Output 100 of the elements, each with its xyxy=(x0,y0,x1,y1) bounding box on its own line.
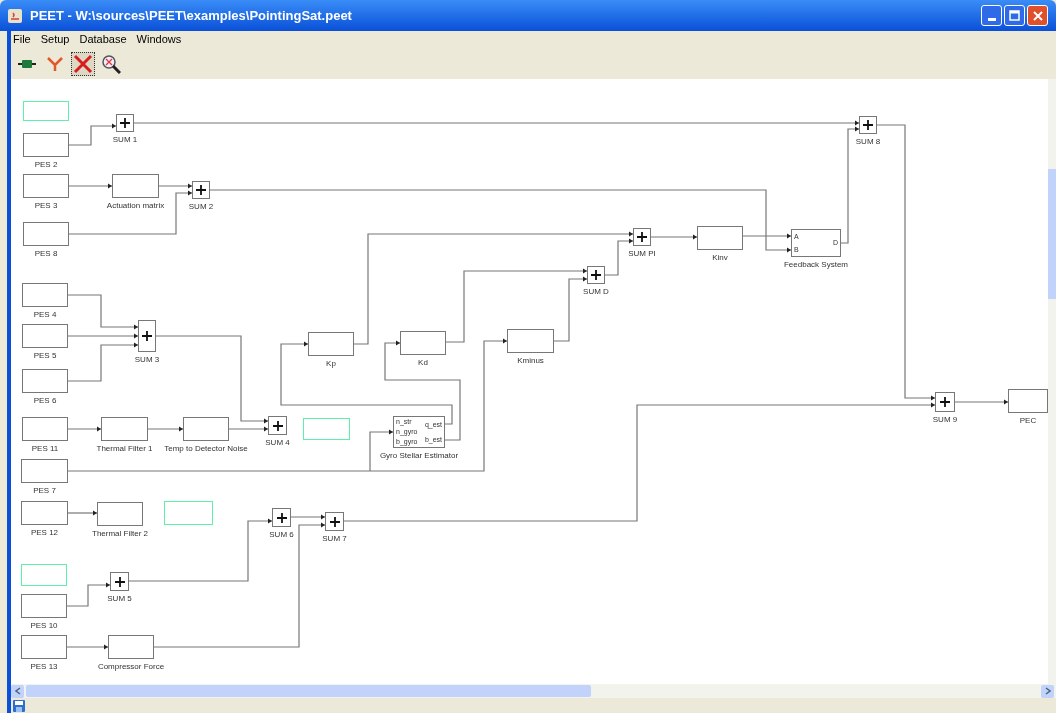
block-box[interactable] xyxy=(400,331,446,355)
connector-arrow xyxy=(67,510,98,516)
sum-block[interactable] xyxy=(859,116,877,134)
block-label: SUM 8 xyxy=(855,137,881,146)
block-box[interactable] xyxy=(21,459,68,483)
block-box[interactable] xyxy=(112,174,159,198)
block-label: SUM D xyxy=(583,287,609,296)
plus-icon xyxy=(863,120,873,130)
minimize-icon xyxy=(987,18,996,21)
sum-block[interactable] xyxy=(633,228,651,246)
maximize-icon xyxy=(1009,10,1020,21)
plus-icon xyxy=(637,232,647,242)
block-label: SUM 5 xyxy=(107,594,132,603)
block-box[interactable] xyxy=(22,417,68,441)
menu-item[interactable]: File xyxy=(13,31,31,48)
block-label: PES 3 xyxy=(34,201,58,210)
sum-block[interactable] xyxy=(138,320,156,352)
sum-block[interactable] xyxy=(192,181,210,199)
block-label: Thermal Filter 2 xyxy=(92,529,148,538)
plus-icon xyxy=(114,576,125,587)
connector-arrow xyxy=(66,644,109,650)
block-box[interactable] xyxy=(23,174,69,198)
block-label: SUM 4 xyxy=(265,438,290,447)
block-box[interactable] xyxy=(308,332,354,356)
block-box[interactable] xyxy=(22,369,68,393)
plus-icon xyxy=(329,516,340,527)
block-box[interactable] xyxy=(183,417,229,441)
plug-icon xyxy=(18,58,36,69)
plus-icon xyxy=(196,185,206,195)
block-box[interactable] xyxy=(697,226,743,250)
block-label: Temp to Detector Noise xyxy=(164,444,248,453)
block-box[interactable] xyxy=(101,417,148,441)
block-box[interactable] xyxy=(108,635,154,659)
block-box[interactable] xyxy=(22,324,68,348)
menu-item[interactable]: Database xyxy=(79,31,127,48)
block-label: Kinv xyxy=(712,253,728,262)
sum-block[interactable] xyxy=(116,114,134,132)
block-label: SUM 2 xyxy=(188,202,214,211)
plus-icon xyxy=(591,270,601,280)
horizontal-scrollbar[interactable] xyxy=(11,684,1056,698)
block-box[interactable] xyxy=(22,283,68,307)
connector-arrow xyxy=(290,514,326,520)
block-box[interactable] xyxy=(23,133,69,157)
plus-icon xyxy=(120,118,130,128)
vertical-scrollbar[interactable] xyxy=(1048,79,1056,684)
block-label: SUM 9 xyxy=(932,415,958,424)
chevron-left-icon xyxy=(14,687,21,695)
block-label: PES 7 xyxy=(33,486,56,495)
cross-icon xyxy=(73,53,93,74)
menu-item[interactable]: Windows xyxy=(136,31,182,48)
plus-icon xyxy=(272,420,283,431)
block-label: SUM 3 xyxy=(134,355,160,364)
block-label: PES 10 xyxy=(30,621,58,630)
sum-block[interactable] xyxy=(325,512,344,531)
block-label: SUM 7 xyxy=(322,534,347,543)
block-box[interactable] xyxy=(21,501,68,525)
toolbar-button[interactable] xyxy=(71,51,95,76)
sum-block[interactable] xyxy=(935,392,955,412)
sum-block[interactable] xyxy=(272,508,291,527)
sum-block[interactable] xyxy=(268,416,287,435)
block-label: Feedback System xyxy=(784,260,848,269)
block-label: PES 11 xyxy=(31,444,59,453)
sum-block[interactable] xyxy=(110,572,129,591)
block-box[interactable] xyxy=(21,635,67,659)
block-label: Kp xyxy=(326,359,336,368)
block-box[interactable] xyxy=(21,594,67,618)
block-label: PES 8 xyxy=(34,249,58,258)
block-label: PES 6 xyxy=(33,396,57,405)
block-box[interactable] xyxy=(97,502,143,526)
block-box[interactable] xyxy=(23,222,69,246)
block-box[interactable] xyxy=(507,329,554,353)
scroll-left-button[interactable] xyxy=(11,684,24,698)
fork-icon xyxy=(46,54,64,73)
block-label: Kd xyxy=(418,358,428,367)
sum-block[interactable] xyxy=(587,266,605,284)
block-label: Kminus xyxy=(517,356,544,365)
save-icon[interactable] xyxy=(13,699,25,712)
block-label: Thermal Filter 1 xyxy=(96,444,153,453)
close-button[interactable] xyxy=(1027,5,1048,26)
maximize-button[interactable] xyxy=(1004,5,1025,26)
block-label: SUM 1 xyxy=(112,135,138,144)
app-icon xyxy=(8,8,22,23)
block-label: PES 5 xyxy=(33,351,57,360)
minimize-button[interactable] xyxy=(981,5,1002,26)
connector-arrow xyxy=(954,399,1009,405)
plus-icon xyxy=(940,397,950,407)
window-title: PEET - W:\sources\PEET\examples\PointingSat.peet xyxy=(30,6,352,25)
chevron-right-icon xyxy=(1044,687,1051,695)
block-label: Compressor Force xyxy=(97,662,165,671)
block-label: PES 12 xyxy=(30,528,59,537)
close-icon xyxy=(1032,10,1043,21)
connector-arrow xyxy=(67,294,139,330)
block-label: PES 4 xyxy=(33,310,57,319)
block-label: Gyro Stellar Estimator xyxy=(379,451,459,460)
menu-item[interactable]: Setup xyxy=(40,31,70,48)
plus-icon xyxy=(276,512,287,523)
scroll-right-button[interactable] xyxy=(1041,684,1054,698)
plus-icon xyxy=(142,331,152,341)
magnifier-icon xyxy=(101,53,121,74)
block-box[interactable] xyxy=(1008,389,1048,413)
